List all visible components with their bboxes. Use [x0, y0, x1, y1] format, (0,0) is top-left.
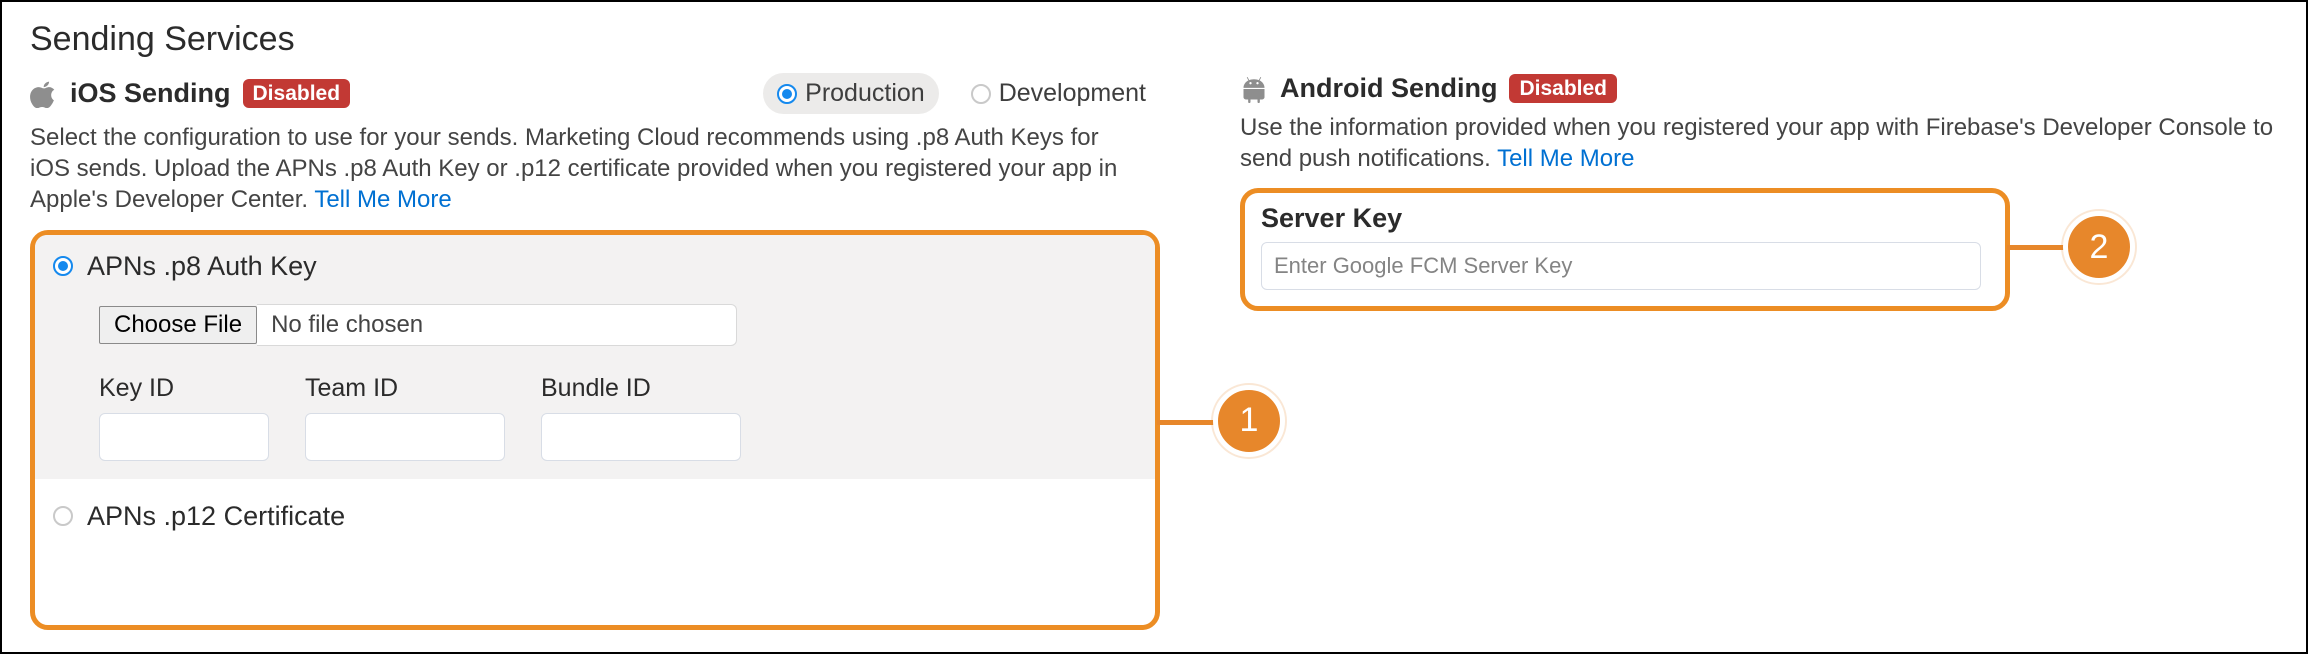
ios-heading-row: iOS Sending Disabled Production Developm…	[30, 73, 1160, 114]
android-disabled-badge: Disabled	[1509, 74, 1617, 103]
page-title: Sending Services	[30, 20, 2278, 59]
p8-field-row: Key ID Team ID Bundle ID	[99, 374, 1137, 461]
key-id-input[interactable]	[99, 413, 269, 461]
env-production-label: Production	[805, 79, 925, 108]
radio-icon	[777, 84, 797, 104]
server-key-label: Server Key	[1261, 203, 1989, 234]
ios-callout: APNs .p8 Auth Key Choose File No file ch…	[30, 230, 1160, 630]
android-tell-me-more-link[interactable]: Tell Me More	[1497, 145, 1634, 172]
ios-tell-me-more-link[interactable]: Tell Me More	[314, 186, 451, 213]
ios-disabled-badge: Disabled	[243, 79, 351, 108]
env-development-label: Development	[999, 79, 1146, 108]
bundle-id-input[interactable]	[541, 413, 741, 461]
file-row: Choose File No file chosen	[99, 304, 1137, 346]
ios-description: Select the configuration to use for your…	[30, 122, 1130, 216]
annotation-connector	[1157, 420, 1219, 425]
key-id-label: Key ID	[99, 374, 269, 403]
file-status: No file chosen	[257, 304, 737, 346]
env-development[interactable]: Development	[957, 73, 1160, 114]
team-id-input[interactable]	[305, 413, 505, 461]
env-production[interactable]: Production	[763, 73, 939, 114]
p12-section: APNs .p12 Certificate	[35, 479, 1155, 554]
option-p12[interactable]: APNs .p12 Certificate	[53, 501, 1137, 532]
apple-icon	[30, 80, 58, 108]
columns: iOS Sending Disabled Production Developm…	[30, 73, 2278, 630]
ios-title: iOS Sending	[70, 78, 231, 109]
choose-file-button[interactable]: Choose File	[99, 306, 257, 344]
ios-column: iOS Sending Disabled Production Developm…	[30, 73, 1160, 630]
annotation-connector	[2007, 245, 2069, 250]
option-p12-label: APNs .p12 Certificate	[87, 501, 345, 532]
radio-icon	[53, 506, 73, 526]
android-column: Android Sending Disabled Use the informa…	[1240, 73, 2278, 630]
android-description: Use the information provided when you re…	[1240, 112, 2278, 174]
p8-section: APNs .p8 Auth Key Choose File No file ch…	[35, 235, 1155, 479]
team-id-field: Team ID	[305, 374, 505, 461]
bundle-id-label: Bundle ID	[541, 374, 741, 403]
annotation-badge-1: 1	[1213, 385, 1285, 457]
radio-icon	[53, 256, 73, 276]
server-key-input[interactable]	[1261, 242, 1981, 290]
radio-icon	[971, 84, 991, 104]
android-callout: Server Key 2	[1240, 188, 2010, 311]
key-id-field: Key ID	[99, 374, 269, 461]
team-id-label: Team ID	[305, 374, 505, 403]
env-row: Production Development	[763, 73, 1160, 114]
option-p8[interactable]: APNs .p8 Auth Key	[53, 251, 1137, 282]
option-p8-label: APNs .p8 Auth Key	[87, 251, 317, 282]
android-title: Android Sending	[1280, 73, 1497, 104]
annotation-badge-2: 2	[2063, 211, 2135, 283]
android-heading-row: Android Sending Disabled	[1240, 73, 2278, 104]
android-icon	[1240, 75, 1268, 103]
bundle-id-field: Bundle ID	[541, 374, 741, 461]
sending-services-panel: Sending Services iOS Sending Disabled Pr…	[0, 0, 2308, 654]
